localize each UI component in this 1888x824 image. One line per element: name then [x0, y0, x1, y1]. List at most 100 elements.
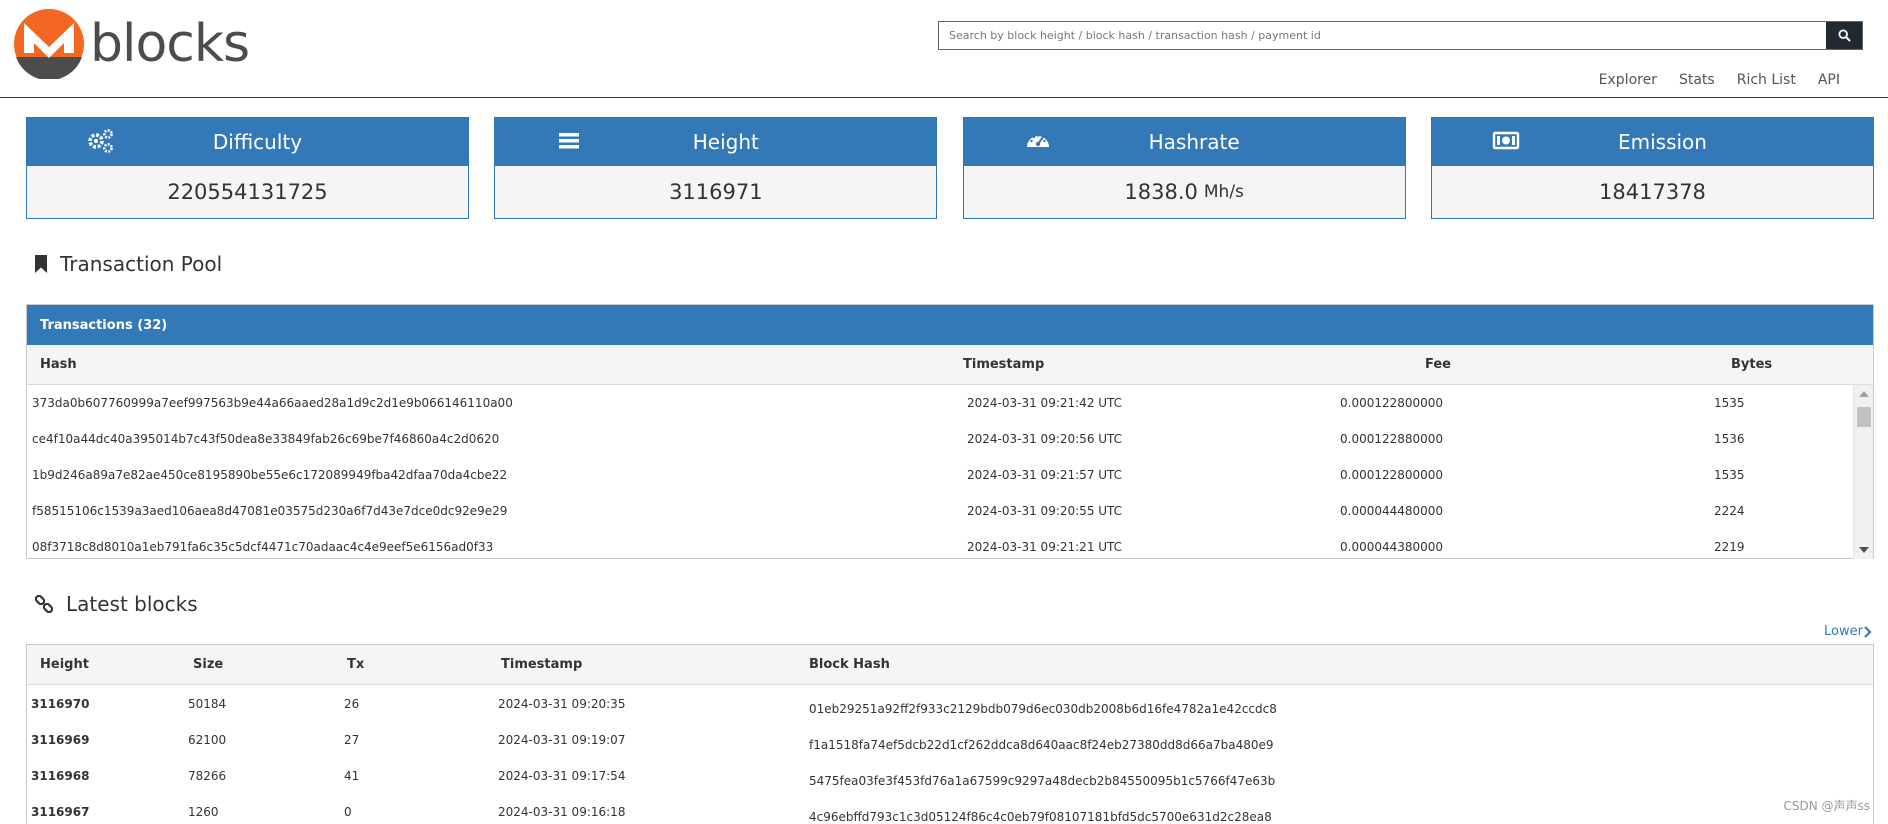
tx-fee: 0.000122880000 — [1340, 432, 1444, 446]
section-title-text: Latest blocks — [66, 592, 198, 616]
logo-text: blocks — [90, 14, 250, 74]
block-height-link[interactable]: 3116969 — [31, 733, 89, 747]
table-row: 373da0b607760999a7eef997563b9e44a66aaed2… — [27, 385, 1852, 421]
tx-hash-link[interactable]: 08f3718c8d8010a1eb791fa6c35c5dcf4471c70a… — [32, 540, 493, 554]
column-header-bytes: Bytes — [1731, 357, 1773, 372]
stat-value: 3116971 — [669, 180, 763, 204]
bookmark-icon — [35, 255, 47, 273]
latest-blocks-table: Height Size Tx Timestamp Block Hash 3116… — [26, 644, 1874, 824]
scroll-up-arrow-icon[interactable] — [1859, 391, 1869, 397]
stat-card-body: 1838.0 Mh/s — [963, 166, 1405, 218]
block-tx-count: 41 — [344, 769, 360, 783]
stat-card-hashrate: Hashrate 1838.0 Mh/s — [962, 117, 1406, 219]
site-logo[interactable]: blocks — [14, 8, 250, 80]
column-header-timestamp: Timestamp — [963, 357, 1045, 372]
tx-timestamp: 2024-03-31 09:20:55 UTC — [967, 504, 1123, 518]
nav-stats[interactable]: Stats — [1679, 72, 1715, 88]
block-hash-link[interactable]: 4c96ebffd793c1c3d05124f86c4c0eb79f081071… — [809, 810, 1272, 824]
table-row: f58515106c1539a3aed106aea8d47081e03575d2… — [27, 493, 1852, 529]
stat-card-header: Height — [495, 118, 937, 166]
tx-hash-link[interactable]: 373da0b607760999a7eef997563b9e44a66aaed2… — [32, 396, 513, 410]
pool-scrollbar[interactable] — [1853, 385, 1873, 559]
stat-card-difficulty: Difficulty 220554131725 — [26, 117, 469, 219]
chevron-right-icon — [1864, 625, 1872, 638]
block-timestamp: 2024-03-31 09:19:07 — [498, 733, 626, 747]
search-input[interactable] — [939, 22, 1826, 49]
nav-explorer[interactable]: Explorer — [1599, 72, 1657, 88]
lower-link[interactable]: Lower — [1824, 624, 1872, 639]
transactions-count-bar: Transactions (32) — [27, 305, 1873, 345]
block-hash-link[interactable]: 01eb29251a92ff2f933c2129bdb079d6ec030db2… — [809, 702, 1277, 716]
top-nav: Explorer Stats Rich List API — [1577, 72, 1840, 88]
tx-bytes: 1536 — [1714, 432, 1745, 446]
block-height-link[interactable]: 3116968 — [31, 769, 89, 783]
stats-cards: Difficulty 220554131725 Height 3116971 H… — [26, 117, 1874, 219]
watermark: CSDN @声声ss — [1783, 799, 1870, 813]
block-timestamp: 2024-03-31 09:20:35 — [498, 697, 626, 711]
scrollbar-thumb[interactable] — [1857, 407, 1871, 427]
table-row: ce4f10a44dc40a395014b7c43f50dea8e33849fa… — [27, 421, 1852, 457]
tx-fee: 0.000122800000 — [1340, 468, 1444, 482]
stat-value: 18417378 — [1599, 180, 1706, 204]
table-header: Hash Timestamp Fee Bytes — [27, 345, 1873, 385]
nav-rich-list[interactable]: Rich List — [1737, 72, 1796, 88]
tx-fee: 0.000044480000 — [1340, 504, 1444, 518]
table-row: 3116967 1260 0 2024-03-31 09:16:18 4c96e… — [27, 793, 1873, 824]
table-body[interactable]: 373da0b607760999a7eef997563b9e44a66aaed2… — [27, 385, 1873, 559]
stat-title: Emission — [1617, 130, 1707, 154]
money-icon — [1492, 131, 1520, 150]
search-button[interactable] — [1826, 22, 1862, 49]
tx-bytes: 1535 — [1714, 468, 1745, 482]
tx-timestamp: 2024-03-31 09:20:56 UTC — [967, 432, 1123, 446]
column-header-timestamp: Timestamp — [501, 657, 583, 672]
block-tx-count: 26 — [344, 697, 360, 711]
gears-icon — [88, 129, 113, 153]
stat-title: Difficulty — [212, 130, 303, 154]
nav-api[interactable]: API — [1818, 72, 1840, 88]
tx-hash-link[interactable]: 1b9d246a89a7e82ae450ce8195890be55e6c1720… — [32, 468, 507, 482]
stat-card-body: 18417378 — [1431, 166, 1873, 218]
block-tx-count: 0 — [344, 805, 352, 819]
bars-icon — [559, 133, 580, 149]
stat-title: Height — [692, 130, 759, 154]
column-header-size: Size — [193, 657, 224, 672]
tx-timestamp: 2024-03-31 09:21:42 UTC — [967, 396, 1123, 410]
stat-card-emission: Emission 18417378 — [1430, 117, 1874, 219]
search-icon — [1837, 29, 1851, 42]
stat-card-header: Emission — [1431, 118, 1873, 166]
block-size: 62100 — [188, 733, 227, 747]
tx-fee: 0.000044380000 — [1340, 540, 1444, 554]
table-row: 3116969 62100 27 2024-03-31 09:19:07 f1a… — [27, 721, 1873, 757]
block-timestamp: 2024-03-31 09:17:54 — [498, 769, 626, 783]
block-height-link[interactable]: 3116970 — [31, 697, 89, 711]
stat-value: 220554131725 — [167, 180, 328, 204]
block-hash-link[interactable]: f1a1518fa74ef5dcb22d1cf262ddca8d640aac8f… — [809, 738, 1274, 752]
section-title-text: Transaction Pool — [60, 252, 223, 276]
block-timestamp: 2024-03-31 09:16:18 — [498, 805, 626, 819]
block-hash-link[interactable]: 5475fea03fe3f453fd76a1a67599c9297a48decb… — [809, 774, 1275, 788]
gauge-icon — [1026, 134, 1049, 147]
transaction-pool-table: Transactions (32) Hash Timestamp Fee Byt… — [26, 304, 1874, 559]
scroll-down-arrow-icon[interactable] — [1859, 547, 1869, 553]
tx-hash-link[interactable]: f58515106c1539a3aed106aea8d47081e03575d2… — [32, 504, 507, 518]
block-size: 78266 — [188, 769, 227, 783]
block-size: 50184 — [188, 697, 227, 711]
column-header-tx: Tx — [347, 657, 365, 672]
table-row: 3116968 78266 41 2024-03-31 09:17:54 547… — [27, 757, 1873, 793]
search-bar — [938, 21, 1863, 50]
stat-card-body: 220554131725 — [27, 166, 468, 218]
tx-bytes: 2224 — [1714, 504, 1745, 518]
stat-card-header: Hashrate — [963, 118, 1405, 166]
column-header-fee: Fee — [1425, 357, 1451, 372]
tx-bytes: 2219 — [1714, 540, 1745, 554]
column-header-block-hash: Block Hash — [809, 657, 890, 672]
table-row: 3116970 50184 26 2024-03-31 09:20:35 01e… — [27, 685, 1873, 721]
table-header: Height Size Tx Timestamp Block Hash — [27, 645, 1873, 685]
tx-fee: 0.000122800000 — [1340, 396, 1444, 410]
site-header: blocks Explorer Stats Rich List API — [0, 0, 1888, 98]
column-header-hash: Hash — [40, 357, 77, 372]
column-header-height: Height — [40, 657, 89, 672]
monero-logo-icon — [14, 9, 84, 79]
tx-hash-link[interactable]: ce4f10a44dc40a395014b7c43f50dea8e33849fa… — [32, 432, 499, 446]
block-height-link[interactable]: 3116967 — [31, 805, 89, 819]
